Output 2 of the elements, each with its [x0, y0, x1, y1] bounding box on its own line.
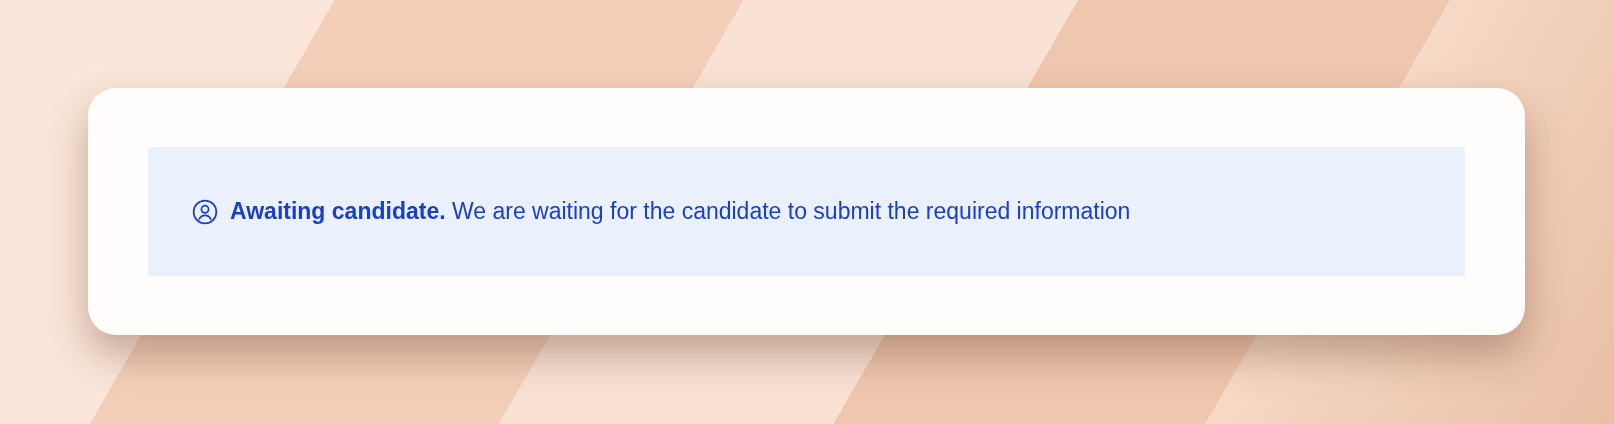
user-circle-icon [192, 198, 218, 225]
status-message: Awaiting candidate. We are waiting for the candidate to submit the required information [230, 198, 1131, 225]
